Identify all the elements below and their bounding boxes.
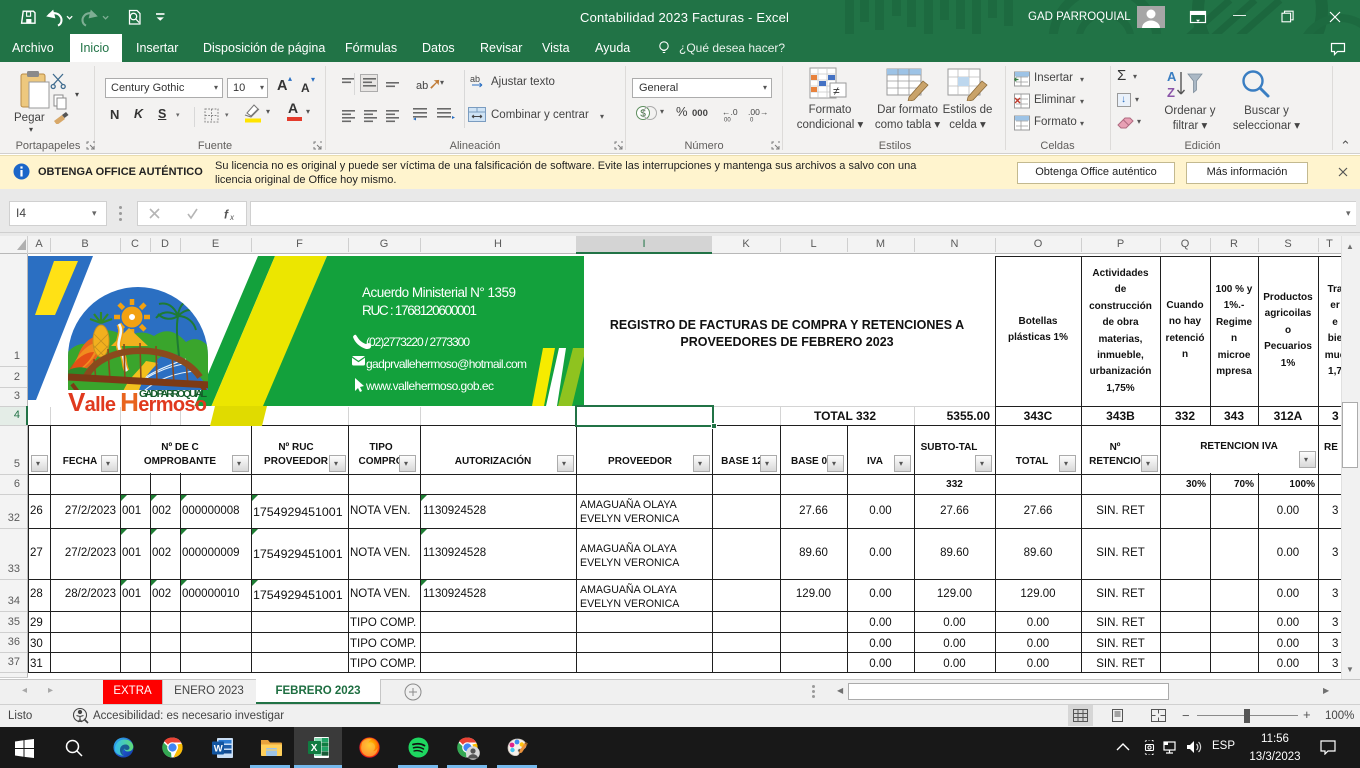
svg-text:f: f [224, 208, 229, 222]
svg-text:Z: Z [1167, 85, 1175, 100]
svg-text:Acuerdo Ministerial N° 1359: Acuerdo Ministerial N° 1359 [362, 285, 516, 300]
svg-text:www.vallehermoso.gob.ec: www.vallehermoso.gob.ec [365, 379, 494, 393]
svg-text:(02)2773220 / 2773300: (02)2773220 / 2773300 [366, 335, 470, 349]
svg-text:0: 0 [750, 118, 754, 123]
svg-text:W: W [214, 744, 223, 755]
svg-text:.00: .00 [748, 107, 760, 117]
svg-text:ab: ab [470, 74, 480, 84]
svg-text:RUC : 1768120600001: RUC : 1768120600001 [362, 303, 477, 318]
svg-text:00: 00 [724, 118, 731, 123]
svg-text:→: → [760, 107, 769, 117]
svg-text:X: X [311, 743, 318, 754]
svg-text:←.0: ←.0 [722, 107, 738, 117]
svg-text:A: A [1167, 69, 1177, 84]
svg-text:≠: ≠ [833, 84, 840, 98]
svg-text:x: x [229, 213, 235, 221]
svg-text:gadprvallehermoso@hotmail.com: gadprvallehermoso@hotmail.com [366, 357, 527, 371]
